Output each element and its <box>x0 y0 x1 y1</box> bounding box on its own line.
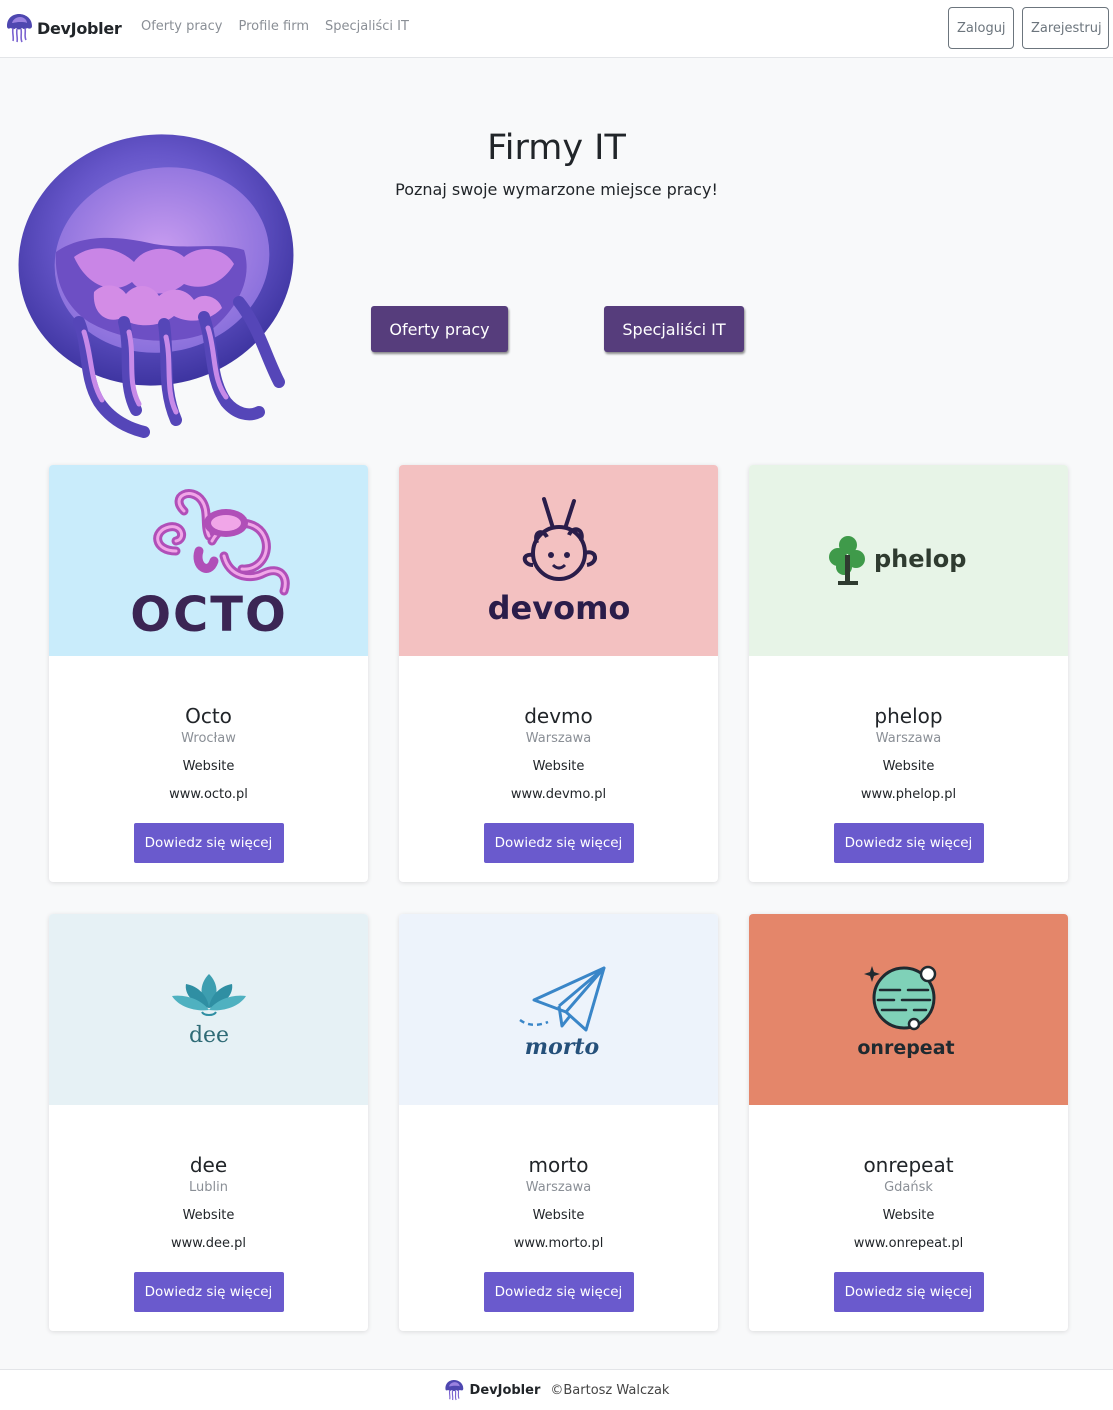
company-city: Gdańsk <box>884 1180 933 1195</box>
jellyfish-illustration <box>18 134 294 438</box>
svg-text:onrepeat: onrepeat <box>857 1037 954 1059</box>
company-card-phelop: phelop phelop Warszawa Website www.phelo… <box>749 465 1068 882</box>
footer: DevJobler ©Bartosz Walczak <box>0 1369 1113 1410</box>
learn-more-button-dee[interactable]: Dowiedz się więcej <box>133 1272 284 1312</box>
jellyfish-logo-icon <box>444 1380 463 1401</box>
company-card-onrepeat: onrepeat onrepeat Gdańsk Website www.onr… <box>749 914 1068 1331</box>
company-city: Lublin <box>189 1180 228 1195</box>
card-body: onrepeat Gdańsk Website www.onrepeat.pl … <box>749 1152 1068 1312</box>
card-body: phelop Warszawa Website www.phelop.pl Do… <box>749 703 1068 863</box>
brand-link[interactable]: DevJobler <box>5 13 122 43</box>
company-name: dee <box>189 1153 228 1177</box>
company-name: morto <box>528 1153 589 1177</box>
website-label: Website <box>532 759 585 774</box>
company-logo-devmo: devomo <box>399 465 718 656</box>
brand-name: DevJobler <box>37 18 122 38</box>
company-city: Warszawa <box>525 1180 592 1195</box>
company-logo-morto: morto <box>399 914 718 1105</box>
svg-text:phelop: phelop <box>874 545 966 573</box>
company-url: www.morto.pl <box>513 1236 604 1251</box>
company-card-dee: dee dee Lublin Website www.dee.pl Dowied… <box>49 914 368 1331</box>
website-label: Website <box>532 1208 585 1223</box>
nav-link-company-profiles[interactable]: Profile firm <box>238 19 309 34</box>
website-label: Website <box>182 759 235 774</box>
company-name: phelop <box>874 704 943 728</box>
company-name: devmo <box>524 704 593 728</box>
company-city: Warszawa <box>875 731 942 746</box>
nav-link-job-offers[interactable]: Oferty pracy <box>141 19 222 34</box>
company-url: www.onrepeat.pl <box>853 1236 964 1251</box>
learn-more-button-octo[interactable]: Dowiedz się więcej <box>133 823 284 863</box>
company-card-octo: OCTO Octo Wrocław Website www.octo.pl Do… <box>49 465 368 882</box>
card-body: morto Warszawa Website www.morto.pl Dowi… <box>399 1152 718 1312</box>
company-logo-dee: dee <box>49 914 368 1105</box>
learn-more-button-onrepeat[interactable]: Dowiedz się więcej <box>833 1272 984 1312</box>
learn-more-button-devmo[interactable]: Dowiedz się więcej <box>483 823 634 863</box>
register-button[interactable]: Zarejestruj <box>1022 7 1109 49</box>
company-city: Warszawa <box>525 731 592 746</box>
svg-text:devomo: devomo <box>487 589 630 627</box>
nav-links: Oferty pracy Profile firm Specjaliści IT <box>141 19 409 34</box>
nav-link-it-specialists[interactable]: Specjaliści IT <box>325 19 409 34</box>
company-logo-phelop: phelop <box>749 465 1068 656</box>
it-specialists-button[interactable]: Specjaliści IT <box>604 306 744 352</box>
svg-text:dee: dee <box>188 1023 228 1048</box>
jellyfish-logo-icon <box>7 14 32 43</box>
company-name: onrepeat <box>863 1153 954 1177</box>
company-url: www.phelop.pl <box>860 787 957 802</box>
company-url: www.devmo.pl <box>510 787 607 802</box>
job-offers-button[interactable]: Oferty pracy <box>371 306 508 352</box>
website-label: Website <box>882 759 935 774</box>
company-card-morto: morto morto Warszawa Website www.morto.p… <box>399 914 718 1331</box>
company-city: Wrocław <box>181 731 236 746</box>
company-logo-octo: OCTO <box>49 465 368 656</box>
card-body: dee Lublin Website www.dee.pl Dowiedz si… <box>49 1152 368 1312</box>
website-label: Website <box>882 1208 935 1223</box>
website-label: Website <box>182 1208 235 1223</box>
company-url: www.dee.pl <box>170 1236 247 1251</box>
learn-more-button-morto[interactable]: Dowiedz się więcej <box>483 1272 634 1312</box>
page-subtitle: Poznaj swoje wymarzone miejsce pracy! <box>395 180 718 199</box>
company-card-devmo: devomo devmo Warszawa Website www.devmo.… <box>399 465 718 882</box>
login-button[interactable]: Zaloguj <box>948 7 1014 49</box>
company-name: Octo <box>185 704 232 728</box>
svg-text:morto: morto <box>524 1034 598 1060</box>
card-body: Octo Wrocław Website www.octo.pl Dowiedz… <box>49 703 368 863</box>
company-logo-onrepeat: onrepeat <box>749 914 1068 1105</box>
svg-text:OCTO: OCTO <box>130 587 288 641</box>
footer-brand: DevJobler <box>469 1382 541 1398</box>
learn-more-button-phelop[interactable]: Dowiedz się więcej <box>833 823 984 863</box>
card-body: devmo Warszawa Website www.devmo.pl Dowi… <box>399 703 718 863</box>
page-title: Firmy IT <box>487 128 626 168</box>
footer-copyright: ©Bartosz Walczak <box>550 1382 670 1398</box>
navbar: DevJobler Oferty pracy Profile firm Spec… <box>0 0 1113 58</box>
company-url: www.octo.pl <box>169 787 248 802</box>
